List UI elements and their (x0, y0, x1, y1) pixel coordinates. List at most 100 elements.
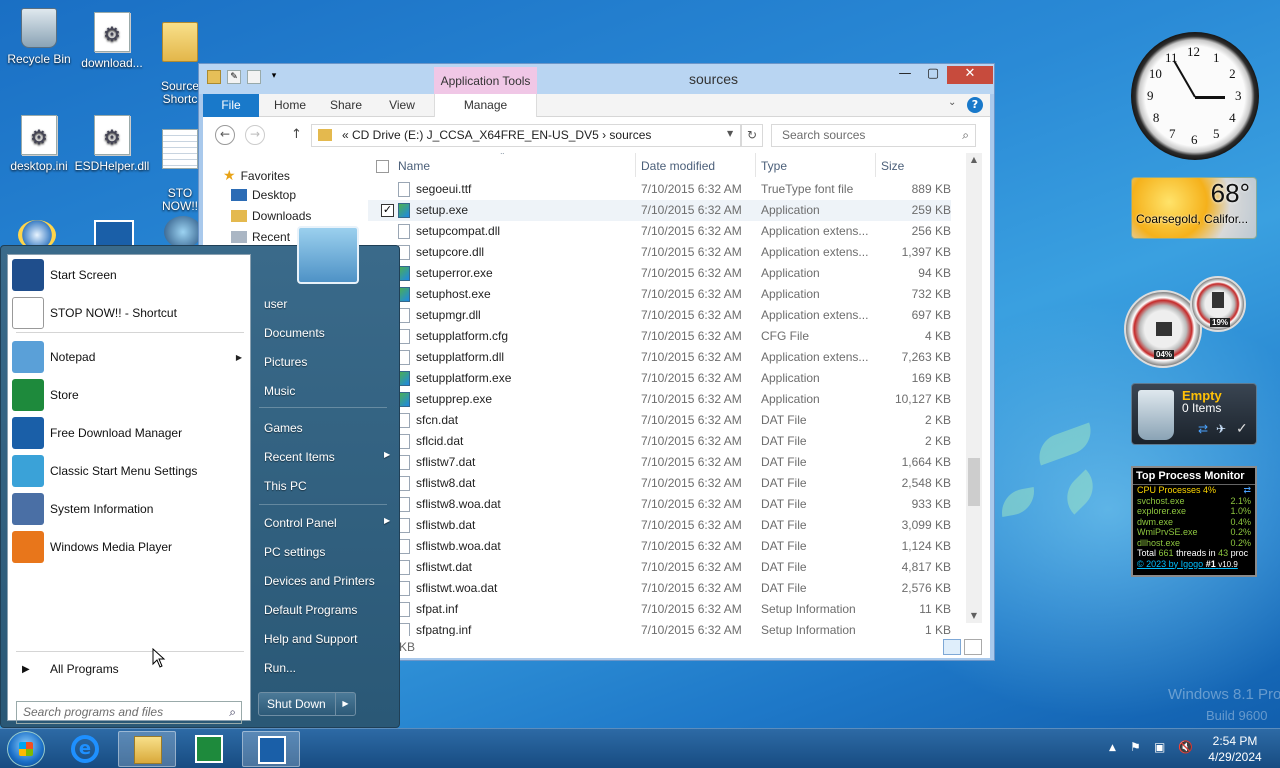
desktop-icon-download[interactable]: download... (73, 12, 151, 70)
start-item-free-download-manager[interactable]: Free Download Manager (12, 415, 248, 451)
action-center-flag-icon[interactable]: ⚑ (1130, 740, 1141, 754)
start-place-run[interactable]: Run... (264, 661, 296, 675)
nav-item-desktop[interactable]: Desktop (231, 188, 296, 202)
shut-down-button[interactable]: Shut Down ▶ (258, 692, 356, 716)
start-button[interactable] (7, 731, 45, 767)
desktop-icon-desktop-ini[interactable]: desktop.ini (0, 115, 78, 173)
start-place-this-pc[interactable]: This PC (264, 479, 307, 493)
file-row[interactable]: setupprep.exe 7/10/2015 6:32 AM Applicatio… (368, 389, 951, 410)
file-row[interactable]: sflistwb.dat 7/10/2015 6:32 AM DAT File 3,0… (368, 515, 951, 536)
title-bar[interactable]: ✎ ▾ Application Tools sources — ▢ ✕ (199, 64, 994, 94)
memory-meter-gauge[interactable]: 19% (1190, 276, 1246, 332)
start-item-notepad[interactable]: Notepad ▶ (12, 339, 248, 375)
start-place-devices-and-printers[interactable]: Devices and Printers (264, 574, 375, 588)
desktop-icon-partial[interactable] (94, 220, 134, 248)
column-header-date-modified[interactable]: Date modified (641, 153, 715, 179)
properties-icon[interactable]: ✎ (227, 70, 241, 84)
start-place-pictures[interactable]: Pictures (264, 355, 307, 369)
column-header-type[interactable]: Type (761, 153, 787, 179)
file-row[interactable]: setupcompat.dll 7/10/2015 6:32 AM Applicat… (368, 221, 951, 242)
taskbar-internet-explorer[interactable]: e (56, 731, 114, 767)
row-checkbox[interactable]: ✓ (381, 204, 394, 217)
desktop-icon-esdhelper[interactable]: ESDHelper.dll (73, 115, 151, 173)
show-hidden-icons-icon[interactable]: ▲ (1109, 743, 1116, 753)
address-bar[interactable]: « CD Drive (E:) J_CCSA_X64FRE_EN-US_DV5 … (311, 124, 741, 147)
file-row[interactable]: sflistw7.dat 7/10/2015 6:32 AM DAT File 1,6… (368, 452, 951, 473)
file-row[interactable]: setupmgr.dll 7/10/2015 6:32 AM Application… (368, 305, 951, 326)
clock-gadget[interactable]: 12 1 2 3 4 5 6 7 8 9 10 11 (1131, 32, 1259, 160)
recycle-empty-icon[interactable]: ✈ (1216, 422, 1226, 436)
file-row[interactable]: sflistw8.woa.dat 7/10/2015 6:32 AM DAT Fil… (368, 494, 951, 515)
column-header-name[interactable]: Name (398, 153, 430, 179)
file-row[interactable]: setupplatform.dll 7/10/2015 6:32 AM Applic… (368, 347, 951, 368)
file-row[interactable]: setupplatform.exe 7/10/2015 6:32 AM Applic… (368, 368, 951, 389)
start-place-help-and-support[interactable]: Help and Support (264, 632, 357, 646)
file-row[interactable]: setuperror.exe 7/10/2015 6:32 AM Applicati… (368, 263, 951, 284)
details-view-icon[interactable] (943, 639, 961, 655)
nav-item-recent[interactable]: Recent (231, 230, 290, 244)
file-row[interactable]: segoeui.ttf 7/10/2015 6:32 AM TrueType fon… (368, 179, 951, 200)
top-process-monitor-gadget[interactable]: Top Process Monitor CPU Processes 4% ⇄ s… (1131, 466, 1257, 577)
new-folder-icon[interactable] (247, 70, 261, 84)
up-button[interactable]: ↑ (291, 127, 302, 142)
network-icon[interactable]: ▣ (1154, 740, 1165, 754)
start-item-stop-now-shortcut[interactable]: STOP NOW!! - Shortcut (12, 295, 248, 331)
recycle-refresh-icon[interactable]: ⇄ (1198, 422, 1208, 436)
file-row[interactable]: sflistw8.dat 7/10/2015 6:32 AM DAT File 2,5… (368, 473, 951, 494)
file-row[interactable]: sflistwt.woa.dat 7/10/2015 6:32 AM DAT Fil… (368, 578, 951, 599)
start-place-control-panel[interactable]: Control Panel ▶ (264, 516, 390, 530)
tab-home[interactable]: Home (267, 94, 313, 117)
shut-down-options-icon[interactable]: ▶ (335, 693, 355, 715)
start-place-default-programs[interactable]: Default Programs (264, 603, 357, 617)
large-icons-view-icon[interactable] (964, 639, 982, 655)
file-row[interactable]: sflcid.dat 7/10/2015 6:32 AM DAT File 2 KB (368, 431, 951, 452)
file-row[interactable]: sfcn.dat 7/10/2015 6:32 AM DAT File 2 KB (368, 410, 951, 431)
vertical-scrollbar[interactable]: ▲ ▼ (966, 153, 982, 623)
start-item-classic-start-menu-settings[interactable]: Classic Start Menu Settings (12, 453, 248, 489)
start-place-documents[interactable]: Documents (264, 326, 325, 340)
maximize-button[interactable]: ▢ (919, 66, 947, 84)
nav-item-favorites[interactable]: ★ Favorites (223, 167, 290, 184)
scroll-down-icon[interactable]: ▼ (966, 611, 982, 620)
tab-file[interactable]: File (203, 94, 259, 117)
select-all-checkbox[interactable] (376, 160, 389, 173)
nav-item-downloads[interactable]: Downloads (231, 209, 311, 223)
start-item-windows-media-player[interactable]: Windows Media Player (12, 529, 248, 565)
file-row[interactable]: setupcore.dll 7/10/2015 6:32 AM Applicatio… (368, 242, 951, 263)
user-picture-icon[interactable] (297, 226, 359, 284)
refresh-button[interactable]: ↻ (741, 124, 763, 147)
scrollbar-thumb[interactable] (968, 458, 980, 506)
all-programs-button[interactable]: ▶ All Programs (12, 651, 248, 687)
customize-toolbar-icon[interactable]: ▾ (267, 70, 281, 84)
desktop-icon-recycle-bin[interactable]: Recycle Bin (0, 8, 78, 66)
start-item-start-screen[interactable]: Start Screen (12, 257, 248, 293)
recycle-bin-gadget[interactable]: Empty 0 Items ⇄ ✈ ✓ (1131, 383, 1257, 445)
file-row[interactable]: ✓ setup.exe 7/10/2015 6:32 AM Application 25… (368, 200, 951, 221)
file-row[interactable]: setupplatform.cfg 7/10/2015 6:32 AM CFG Fi… (368, 326, 951, 347)
tpm-credit-link[interactable]: © 2023 by Igogo #1 v10.9 (1133, 559, 1255, 570)
taskbar-free-download-manager[interactable] (242, 731, 300, 767)
scroll-up-icon[interactable]: ▲ (966, 155, 982, 164)
start-place-music[interactable]: Music (264, 384, 295, 398)
search-input[interactable]: Search sources ⌕ (771, 124, 976, 147)
forward-button[interactable]: → (245, 125, 265, 145)
file-row[interactable]: sflistwb.woa.dat 7/10/2015 6:32 AM DAT Fil… (368, 536, 951, 557)
minimize-button[interactable]: — (891, 66, 919, 84)
taskbar-file-explorer[interactable] (118, 731, 176, 767)
file-row[interactable]: setuphost.exe 7/10/2015 6:32 AM Applicatio… (368, 284, 951, 305)
weather-gadget[interactable]: 68° Coarsegold, Califor... (1131, 177, 1257, 239)
file-row[interactable]: sfpat.inf 7/10/2015 6:32 AM Setup Informat… (368, 599, 951, 620)
tab-view[interactable]: View (379, 94, 425, 117)
recycle-check-icon[interactable]: ✓ (1236, 420, 1248, 437)
start-place-recent-items[interactable]: Recent Items ▶ (264, 450, 390, 464)
start-place-user[interactable]: user (264, 297, 287, 311)
start-item-system-information[interactable]: System Information (12, 491, 248, 527)
tab-share[interactable]: Share (323, 94, 369, 117)
tpm-switch-icon[interactable]: ⇄ (1243, 485, 1251, 496)
start-item-store[interactable]: Store (12, 377, 248, 413)
taskbar-clock[interactable]: 2:54 PM 4/29/2024 (1205, 733, 1265, 765)
desktop-icon-partial[interactable] (164, 216, 202, 248)
help-icon[interactable]: ? (967, 97, 983, 113)
tab-manage[interactable]: Manage (434, 94, 537, 117)
column-header-size[interactable]: Size (881, 153, 904, 179)
